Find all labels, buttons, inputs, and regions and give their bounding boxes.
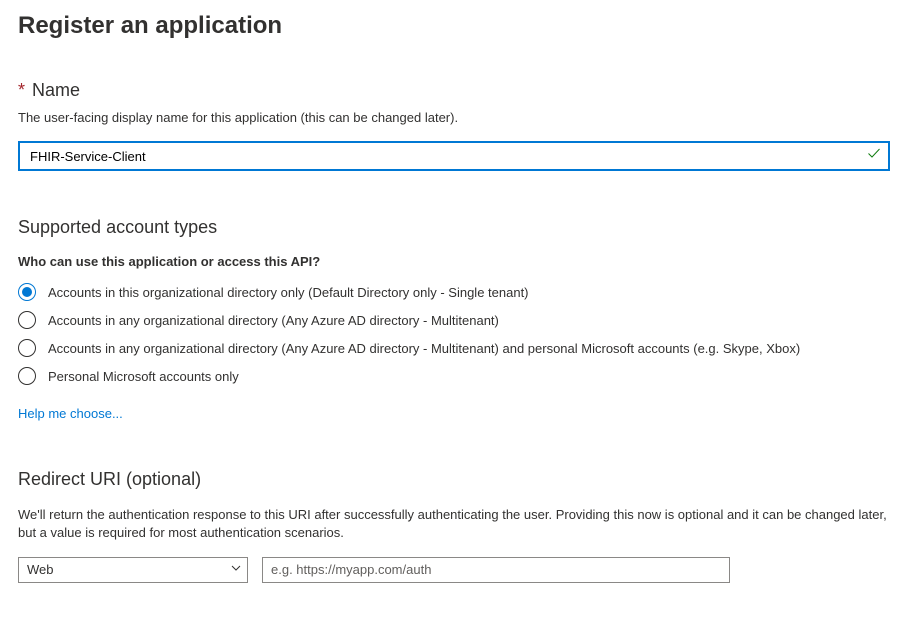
platform-select-wrapper: Web xyxy=(18,557,248,583)
radio-circle-icon xyxy=(18,311,36,329)
platform-select[interactable]: Web xyxy=(18,557,248,583)
required-asterisk: * xyxy=(18,80,25,100)
account-types-heading: Supported account types xyxy=(18,217,890,238)
redirect-uri-row: Web xyxy=(18,557,890,583)
account-types-radio-group: Accounts in this organizational director… xyxy=(18,283,890,385)
radio-multitenant[interactable]: Accounts in any organizational directory… xyxy=(18,311,890,329)
radio-circle-icon xyxy=(18,367,36,385)
redirect-uri-section: Redirect URI (optional) We'll return the… xyxy=(18,469,890,582)
radio-circle-icon xyxy=(18,339,36,357)
name-input-wrapper xyxy=(18,141,890,171)
name-label-row: * Name xyxy=(18,80,890,101)
redirect-uri-description: We'll return the authentication response… xyxy=(18,506,890,542)
radio-multitenant-personal[interactable]: Accounts in any organizational directory… xyxy=(18,339,890,357)
name-label: Name xyxy=(32,80,80,100)
radio-label: Accounts in any organizational directory… xyxy=(48,341,800,356)
radio-personal-only[interactable]: Personal Microsoft accounts only xyxy=(18,367,890,385)
radio-label: Accounts in any organizational directory… xyxy=(48,313,499,328)
help-me-choose-link[interactable]: Help me choose... xyxy=(18,406,123,421)
radio-label: Accounts in this organizational director… xyxy=(48,285,529,300)
radio-single-tenant[interactable]: Accounts in this organizational director… xyxy=(18,283,890,301)
name-description: The user-facing display name for this ap… xyxy=(18,109,890,127)
redirect-uri-input[interactable] xyxy=(262,557,730,583)
name-input[interactable] xyxy=(18,141,890,171)
radio-circle-icon xyxy=(18,283,36,301)
account-types-section: Supported account types Who can use this… xyxy=(18,217,890,423)
name-field-section: * Name The user-facing display name for … xyxy=(18,80,890,171)
platform-selected-value: Web xyxy=(27,562,54,577)
page-title: Register an application xyxy=(18,12,890,40)
redirect-uri-heading: Redirect URI (optional) xyxy=(18,469,890,490)
account-types-subheading: Who can use this application or access t… xyxy=(18,254,890,269)
radio-dot-icon xyxy=(22,287,32,297)
radio-label: Personal Microsoft accounts only xyxy=(48,369,239,384)
